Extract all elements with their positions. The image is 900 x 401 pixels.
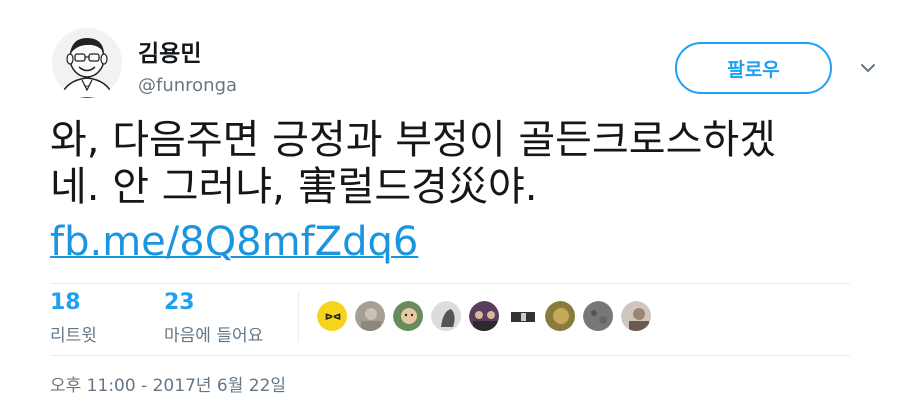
liker-avatar[interactable]: [354, 300, 386, 332]
tweet-text-line: 와, 다음주면 긍정과 부정이 골든크로스하겠: [50, 117, 776, 163]
like-count[interactable]: 23: [164, 290, 195, 315]
divider: [50, 355, 850, 356]
liker-avatar[interactable]: [544, 300, 576, 332]
retweet-count[interactable]: 18: [50, 290, 81, 315]
chevron-down-icon[interactable]: [858, 58, 878, 78]
liker-avatar[interactable]: [506, 300, 538, 332]
liker-avatar[interactable]: [430, 300, 462, 332]
author-name[interactable]: 김용민: [138, 34, 201, 68]
liker-avatar[interactable]: ᐅᐊ: [316, 300, 348, 332]
tweet-timestamp[interactable]: 오후 11:00 - 2017년 6월 22일: [50, 371, 286, 396]
svg-text:ᐅᐊ: ᐅᐊ: [325, 313, 341, 323]
liker-avatar[interactable]: [392, 300, 424, 332]
tweet-text: 와, 다음주면 긍정과 부정이 골든크로스하겠 네. 안 그러냐, 害럴드경災야…: [50, 117, 870, 211]
stats-separator: [298, 292, 299, 342]
liker-avatar[interactable]: [620, 300, 652, 332]
divider: [50, 283, 850, 284]
tweet-link[interactable]: fb.me/8Q8mfZdq6: [50, 219, 418, 266]
author-handle[interactable]: @funronga: [138, 75, 237, 96]
follow-button[interactable]: 팔로우: [675, 42, 832, 94]
author-avatar[interactable]: [52, 28, 122, 98]
retweet-label[interactable]: 리트윗: [50, 321, 97, 346]
tweet-card: 김용민 @funronga 팔로우 와, 다음주면 긍정과 부정이 골든크로스하…: [0, 0, 900, 401]
liker-avatar[interactable]: [468, 300, 500, 332]
like-label[interactable]: 마음에 들어요: [164, 321, 263, 346]
liker-avatars: ᐅᐊ: [316, 300, 652, 332]
liker-avatar[interactable]: [582, 300, 614, 332]
tweet-text-line: 네. 안 그러냐, 害럴드경災야.: [50, 164, 538, 210]
